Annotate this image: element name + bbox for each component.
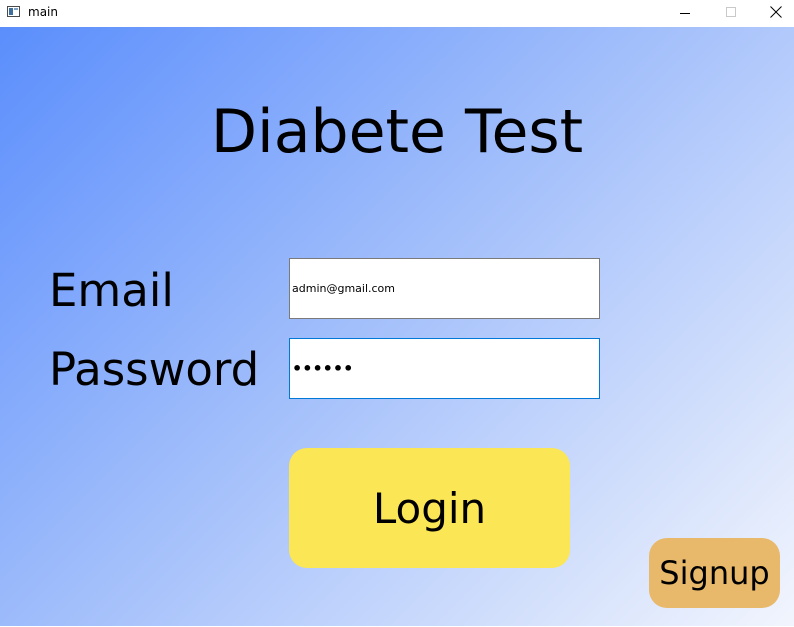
window-title: main: [28, 5, 58, 19]
minimize-button[interactable]: [662, 0, 708, 27]
title-bar[interactable]: main: [0, 0, 794, 27]
password-field[interactable]: [289, 338, 600, 399]
maximize-icon: [726, 7, 736, 17]
maximize-button[interactable]: [708, 0, 754, 27]
login-panel: Diabete Test Email Password Login Signup: [0, 27, 794, 627]
close-button[interactable]: [754, 0, 794, 27]
app-window: main Diabete Test Email Password Login S…: [0, 0, 794, 627]
close-icon: [770, 6, 782, 18]
signup-button[interactable]: Signup: [649, 538, 780, 608]
login-button[interactable]: Login: [289, 448, 570, 568]
app-window-icon: [7, 6, 20, 17]
password-label: Password: [49, 343, 260, 396]
page-title: Diabete Test: [210, 97, 584, 167]
email-label: Email: [49, 264, 174, 317]
minimize-icon: [680, 13, 690, 14]
email-field[interactable]: [289, 258, 600, 319]
